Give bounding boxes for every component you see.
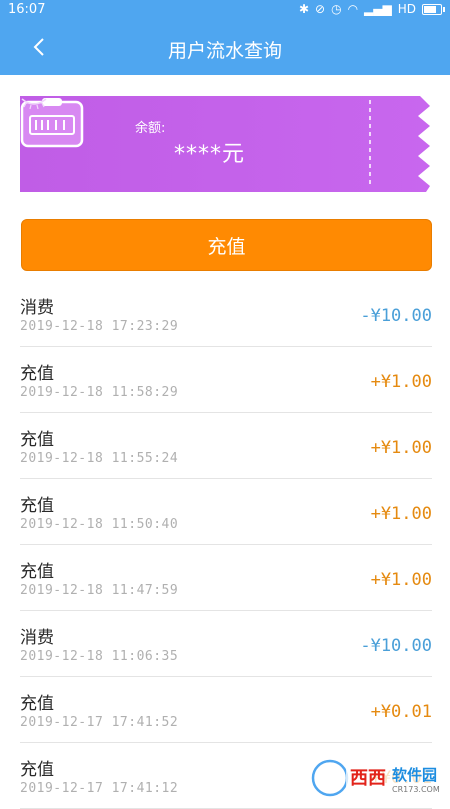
transaction-time: 2019-12-18 11:55:24 <box>20 451 179 466</box>
transaction-type: 充值 <box>20 430 54 450</box>
app-header: 16:07 ✱ ⊘ ◷ ◠ ▂▄▆ HD 用户流水查询 <box>0 0 450 75</box>
svg-text:西西: 西西 <box>350 768 386 789</box>
network-type: HD <box>397 2 416 16</box>
transaction-type: 充值 <box>20 364 54 384</box>
transaction-time: 2019-12-17 17:41:12 <box>20 781 179 796</box>
transaction-amount: +¥1.00 <box>370 570 432 590</box>
status-time: 16:07 <box>8 2 46 17</box>
transaction-amount: +¥1.00 <box>370 372 432 392</box>
transaction-amount: +¥1.00 <box>370 438 432 458</box>
battery-icon <box>422 3 445 15</box>
transaction-time: 2019-12-18 11:06:35 <box>20 649 179 664</box>
transaction-type: 充值 <box>20 562 54 582</box>
balance-card: 余额: ****元 <box>20 96 430 192</box>
eye-closed-icon[interactable] <box>20 96 48 110</box>
bluetooth-icon: ✱ <box>298 2 310 16</box>
balance-label: 余额: <box>135 121 166 136</box>
recharge-button[interactable]: 充值 <box>21 219 432 271</box>
transaction-row[interactable]: 充值 2019-12-17 17:41:52 +¥0.01 <box>20 677 432 743</box>
transaction-amount: +¥0.01 <box>370 702 432 722</box>
transaction-time: 2019-12-18 11:50:40 <box>20 517 179 532</box>
transaction-time: 2019-12-17 17:41:52 <box>20 715 179 730</box>
transaction-type: 消费 <box>20 628 54 648</box>
wifi-icon: ◠ <box>347 2 359 16</box>
transaction-amount: -¥10.00 <box>360 306 432 326</box>
site-watermark-logo: 西西 软件园 CR173.COM <box>310 758 448 798</box>
transaction-row[interactable]: 消费 2019-12-18 11:06:35 -¥10.00 <box>20 611 432 677</box>
transaction-type: 充值 <box>20 694 54 714</box>
transaction-time: 2019-12-18 17:23:29 <box>20 319 179 334</box>
svg-text:CR173.COM: CR173.COM <box>392 785 440 794</box>
transaction-amount: +¥1.00 <box>370 504 432 524</box>
transaction-type: 消费 <box>20 298 54 318</box>
transaction-row[interactable]: 充值 2019-12-18 11:55:24 +¥1.00 <box>20 413 432 479</box>
mute-icon: ⊘ <box>315 2 326 16</box>
transaction-row[interactable]: 充值 2019-12-18 11:50:40 +¥1.00 <box>20 479 432 545</box>
transaction-type: 充值 <box>20 496 54 516</box>
svg-text:软件园: 软件园 <box>392 766 437 784</box>
status-bar: 16:07 ✱ ⊘ ◷ ◠ ▂▄▆ HD <box>0 0 450 20</box>
transaction-time: 2019-12-18 11:58:29 <box>20 385 179 400</box>
page-title: 用户流水查询 <box>167 40 282 62</box>
alarm-icon: ◷ <box>331 2 342 16</box>
transaction-amount: -¥10.00 <box>360 636 432 656</box>
transaction-type: 充值 <box>20 760 54 780</box>
signal-icon: ▂▄▆ <box>364 2 392 16</box>
transaction-row[interactable]: 充值 2019-12-18 11:47:59 +¥1.00 <box>20 545 432 611</box>
transaction-time: 2019-12-18 11:47:59 <box>20 583 179 598</box>
transaction-list: 消费 2019-12-18 17:23:29 -¥10.00 充值 2019-12-18… <box>0 281 450 809</box>
status-icons: ✱ ⊘ ◷ ◠ ▂▄▆ HD <box>298 2 445 16</box>
transaction-row[interactable]: 消费 2019-12-18 17:23:29 -¥10.00 <box>20 281 432 347</box>
transaction-row[interactable]: 充值 2019-12-18 11:58:29 +¥1.00 <box>20 347 432 413</box>
balance-value: ****元 <box>174 142 246 167</box>
